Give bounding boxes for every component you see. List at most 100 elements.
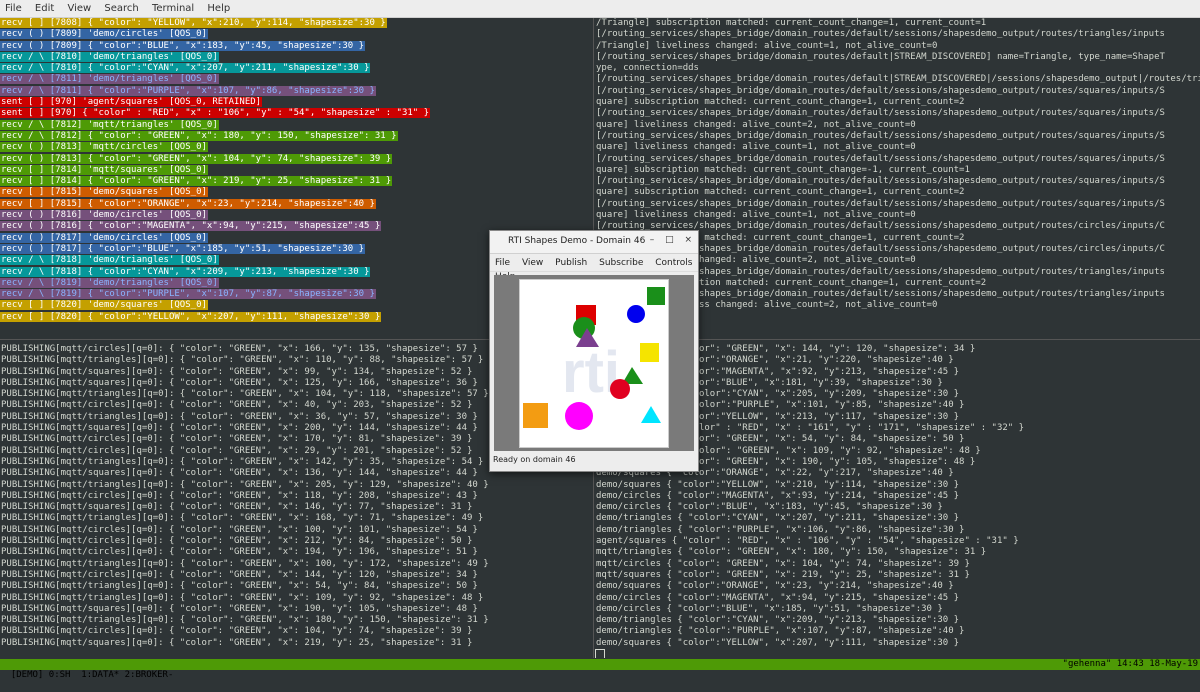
log-line: quare] subscription matched: current_cou… — [596, 187, 965, 198]
log-line: sent [ ] [970] 'agent/squares' [QOS_0, R… — [0, 97, 263, 108]
terminal-cursor[interactable] — [595, 649, 1200, 658]
log-line: quare] liveliness changed: alive_count=1… — [596, 210, 916, 221]
menu-file[interactable]: File — [0, 0, 27, 14]
log-line: [/routing_services/shapes_bridge/domain_… — [596, 176, 1165, 187]
log-line: mqtt/squares { "color": "GREEN", "x": 21… — [596, 569, 970, 580]
shapes-menu-publish[interactable]: Publish — [550, 254, 591, 268]
log-line: recv / \ [7810] { "color":"CYAN", "x":20… — [0, 63, 371, 74]
log-line: PUBLISHING[mqtt/circles][q=0]: { "color"… — [1, 490, 478, 501]
green-square-shape — [647, 287, 665, 305]
log-line: quare] liveliness changed: alive_count=2… — [596, 119, 916, 130]
log-line: demo/triangles { "color":"CYAN", "x":209… — [596, 615, 960, 626]
log-line: recv / \ [7811] 'demo/triangles' [QOS_0] — [0, 74, 219, 85]
log-line: PUBLISHING[mqtt/circles][q=0]: { "color"… — [1, 569, 478, 580]
log-line: ype, connection=dds — [596, 63, 699, 74]
shapes-menubar: File View Publish Subscribe Controls Hel… — [490, 254, 698, 282]
log-line: mqtt/circles { "color": "GREEN", "x": 10… — [596, 558, 970, 569]
log-line: recv / \ [7812] 'mqtt/triangles' [QOS_0] — [0, 119, 219, 130]
tmux-window-list: [DEMO] 0:SH 1:DATA* 2:BROKER- — [10, 670, 174, 680]
log-line: recv ( ) [7809] 'demo/circles' [QOS_0] — [0, 29, 208, 40]
log-line: PUBLISHING[mqtt/circles][q=0]: { "color"… — [1, 524, 478, 535]
minimize-icon[interactable]: – — [650, 235, 655, 245]
shapes-menu-controls[interactable]: Controls — [650, 254, 696, 268]
log-line: demo/squares { "color":"YELLOW", "x":207… — [596, 637, 960, 648]
orange-square-shape — [523, 403, 548, 428]
window-title: RTI Shapes Demo - Domain 46 — [508, 236, 646, 246]
log-line: PUBLISHING[mqtt/triangles][q=0]: { "colo… — [1, 615, 489, 626]
log-line: PUBLISHING[mqtt/circles][q=0]: { "color"… — [1, 547, 478, 558]
log-line: demo/triangles { "color":"PURPLE", "x":1… — [596, 626, 965, 637]
log-line: demo/circles { "color":"BLUE", "x":183, … — [596, 502, 943, 513]
log-line: [/routing_services/shapes_bridge/domain_… — [596, 85, 1165, 96]
log-line: recv ( ) [7809] { "color":"BLUE", "x":18… — [0, 40, 366, 51]
log-line: PUBLISHING[mqtt/circles][q=0]: { "color"… — [1, 536, 473, 547]
red-circle-shape — [610, 379, 630, 399]
log-line: PUBLISHING[mqtt/squares][q=0]: { "color"… — [1, 637, 473, 648]
log-line: /Triangle] liveliness changed: alive_cou… — [596, 40, 938, 51]
log-line: recv / \ [7810] 'demo/triangles' [QOS_0] — [0, 51, 219, 62]
log-line: recv [ ] [7814] 'mqtt/squares' [QOS_0] — [0, 164, 208, 175]
log-line: recv ( ) [7813] { "color": "GREEN", "x":… — [0, 153, 393, 164]
tmux-host-clock: "gehenna" 14:43 18-May-19 — [1062, 659, 1198, 669]
log-line: /Triangle] subscription matched: current… — [596, 18, 987, 28]
tmux-status-bar: [DEMO] 0:SH 1:DATA* 2:BROKER- "gehenna" … — [0, 659, 1200, 680]
log-line: demo/triangles { "color":"CYAN", "x":207… — [596, 513, 960, 524]
log-line: mqtt/triangles { "color": "GREEN", "x": … — [596, 547, 987, 558]
log-line: recv ( ) [7813] 'mqtt/circles' [QOS_0] — [0, 142, 208, 153]
blue-circle-shape — [627, 305, 645, 323]
shapes-canvas-frame: rti — [494, 275, 694, 451]
log-line: recv [ ] [7815] { "color":"ORANGE", "x":… — [0, 198, 376, 209]
maximize-icon[interactable]: □ — [665, 235, 674, 245]
shapes-status-text: Ready on domain 46 — [493, 455, 576, 464]
log-line: [/routing_services/shapes_bridge/domain_… — [596, 108, 1165, 119]
log-line: PUBLISHING[mqtt/squares][q=0]: { "color"… — [1, 502, 473, 513]
log-line: recv [ ] [7815] 'demo/squares' [QOS_0] — [0, 187, 208, 198]
log-line: sent [ ] [970] { "color" : "RED", "x" : … — [0, 108, 431, 119]
log-line: PUBLISHING[mqtt/triangles][q=0]: { "colo… — [1, 558, 489, 569]
menu-search[interactable]: Search — [99, 0, 143, 14]
shapes-drawing: rti — [523, 287, 665, 430]
close-icon[interactable]: × — [684, 235, 692, 245]
yellow-square-shape — [640, 343, 659, 362]
log-line: PUBLISHING[mqtt/squares][q=0]: { "color"… — [1, 603, 478, 614]
window-titlebar[interactable]: RTI Shapes Demo - Domain 46 – □ × — [490, 231, 698, 254]
log-line: demo/squares { "color":"YELLOW", "x":210… — [596, 479, 960, 490]
log-line: demo/circles { "color":"MAGENTA", "x":93… — [596, 490, 960, 501]
menu-edit[interactable]: Edit — [30, 0, 59, 14]
log-line: demo/circles { "color":"MAGENTA", "x":94… — [596, 592, 960, 603]
magenta-circle-shape — [565, 402, 593, 430]
log-line: quare] subscription matched: current_cou… — [596, 97, 965, 108]
log-line: PUBLISHING[mqtt/triangles][q=0]: { "colo… — [1, 479, 489, 490]
menu-terminal[interactable]: Terminal — [147, 0, 199, 14]
shapes-canvas[interactable]: rti — [519, 279, 669, 448]
menu-view[interactable]: View — [62, 0, 96, 14]
log-line: PUBLISHING[mqtt/triangles][q=0]: { "colo… — [1, 592, 484, 603]
log-line: [/routing_services/shapes_bridge/domain_… — [596, 153, 1165, 164]
rti-watermark: rti — [562, 340, 620, 405]
log-line: PUBLISHING[mqtt/triangles][q=0]: { "colo… — [1, 513, 484, 524]
log-line: demo/triangles { "color":"PURPLE", "x":1… — [596, 524, 965, 535]
rti-shapes-demo-window[interactable]: RTI Shapes Demo - Domain 46 – □ × File V… — [489, 230, 699, 472]
log-line: demo/squares { "color":"ORANGE", "x":23,… — [596, 581, 954, 592]
log-line: recv / \ [7811] { "color":"PURPLE", "x":… — [0, 85, 376, 96]
log-line: PUBLISHING[mqtt/triangles][q=0]: { "colo… — [1, 581, 478, 592]
shapes-menu-file[interactable]: File — [490, 254, 514, 268]
log-line: PUBLISHING[mqtt/circles][q=0]: { "color"… — [1, 626, 473, 637]
log-line: recv [ ] [7814] { "color": "GREEN", "x":… — [0, 176, 393, 187]
log-line: quare] liveliness changed: alive_count=1… — [596, 142, 916, 153]
menu-help[interactable]: Help — [202, 0, 235, 14]
log-line: agent/squares { "color" : "RED", "x" : "… — [596, 536, 1019, 547]
cyan-triangle-shape — [641, 406, 661, 423]
shapes-menu-view[interactable]: View — [517, 254, 547, 268]
log-line: quare] subscription matched: current_cou… — [596, 164, 970, 175]
log-line: recv [ ] [7808] { "color": "YELLOW", "x"… — [0, 18, 387, 28]
log-line: recv / \ [7812] { "color": "GREEN", "x":… — [0, 130, 398, 141]
log-line: [/routing_services/shapes_bridge/domain_… — [596, 74, 1200, 85]
log-line: [/routing_services/shapes_bridge/domain_… — [596, 51, 1165, 62]
shapes-menu-subscribe[interactable]: Subscribe — [594, 254, 647, 268]
terminal-menubar: File Edit View Search Terminal Help — [0, 0, 1200, 18]
log-line: [/routing_services/shapes_bridge/domain_… — [596, 29, 1165, 40]
log-line: [/routing_services/shapes_bridge/domain_… — [596, 130, 1165, 141]
log-line: recv ( ) [7816] 'demo/circles' [QOS_0] — [0, 210, 208, 221]
log-line: [/routing_services/shapes_bridge/domain_… — [596, 198, 1165, 209]
